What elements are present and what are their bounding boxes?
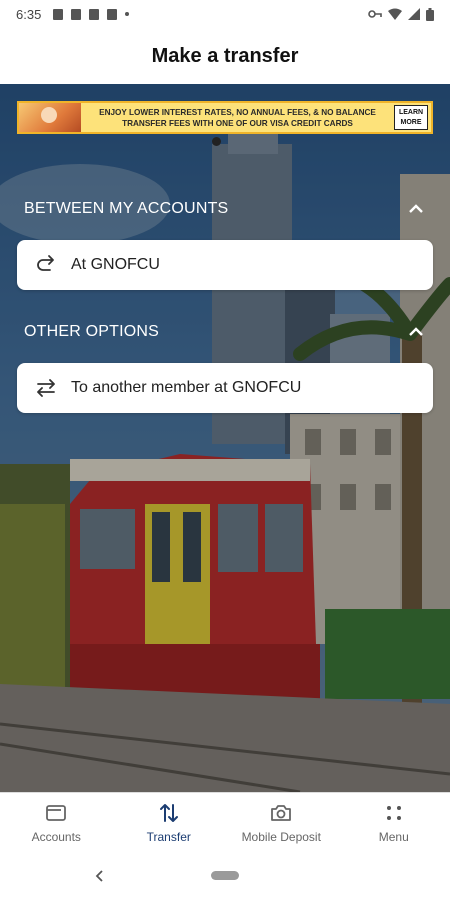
nav-mobile-deposit[interactable]: Mobile Deposit bbox=[225, 793, 338, 852]
warning-notification-icon bbox=[71, 8, 82, 20]
nav-label: Menu bbox=[378, 830, 409, 844]
grid-dots-icon bbox=[386, 806, 401, 820]
system-status-icons bbox=[368, 7, 434, 21]
wallet-icon bbox=[46, 805, 67, 821]
option-at-gnofcu[interactable]: At GNOFCU bbox=[17, 240, 433, 290]
transfer-options-area: ENJOY LOWER INTEREST RATES, NO ANNUAL FE… bbox=[0, 84, 450, 792]
option-label: At GNOFCU bbox=[71, 256, 160, 273]
notification-icons bbox=[53, 8, 130, 20]
section-title: OTHER OPTIONS bbox=[24, 323, 160, 340]
more-notifications-icon bbox=[125, 12, 130, 16]
redo-arrow-icon bbox=[37, 255, 54, 271]
wifi-icon bbox=[388, 8, 402, 20]
page-title: Make a transfer bbox=[151, 44, 299, 67]
ad-text: ENJOY LOWER INTEREST RATES, NO ANNUAL FE… bbox=[99, 107, 376, 128]
nav-menu[interactable]: Menu bbox=[338, 793, 450, 852]
chevron-up-icon[interactable] bbox=[406, 199, 426, 219]
transfer-icon bbox=[159, 804, 178, 822]
person-notification-icon bbox=[107, 8, 118, 20]
home-pill[interactable] bbox=[211, 871, 239, 880]
section-title: BETWEEN MY ACCOUNTS bbox=[24, 200, 229, 217]
bottom-nav: Accounts Transfer Mobile Deposit Menu bbox=[0, 792, 450, 852]
nav-label: Accounts bbox=[31, 830, 81, 844]
section-header-between-my-accounts[interactable]: BETWEEN MY ACCOUNTS bbox=[24, 199, 426, 219]
ad-photo bbox=[19, 103, 81, 132]
camera-icon bbox=[271, 805, 292, 821]
status-bar: 6:35 bbox=[0, 0, 450, 28]
new-orleans-streetcar-background bbox=[0, 84, 450, 792]
nav-label: Mobile Deposit bbox=[241, 830, 321, 844]
battery-icon bbox=[426, 7, 434, 21]
sim-notification-icon bbox=[89, 8, 100, 20]
key-icon bbox=[368, 10, 382, 18]
signal-icon bbox=[408, 8, 420, 20]
swap-arrows-icon bbox=[37, 379, 55, 397]
nav-transfer[interactable]: Transfer bbox=[113, 793, 226, 852]
ad-learn-more-button[interactable]: LEARN MORE bbox=[394, 105, 428, 130]
image-notification-icon bbox=[53, 8, 64, 20]
app-header: Make a transfer bbox=[0, 28, 450, 84]
option-label: To another member at GNOFCU bbox=[71, 379, 302, 396]
nav-accounts[interactable]: Accounts bbox=[0, 793, 113, 852]
system-navigation-bar bbox=[0, 852, 450, 900]
status-time: 6:35 bbox=[16, 6, 42, 22]
carousel-indicator-dot bbox=[212, 137, 221, 146]
nav-label: Transfer bbox=[146, 830, 191, 844]
option-to-another-member[interactable]: To another member at GNOFCU bbox=[17, 363, 433, 413]
back-chevron-icon[interactable] bbox=[92, 866, 108, 886]
section-header-other-options[interactable]: OTHER OPTIONS bbox=[24, 322, 426, 342]
credit-card-ad-banner[interactable]: ENJOY LOWER INTEREST RATES, NO ANNUAL FE… bbox=[17, 101, 433, 134]
chevron-up-icon[interactable] bbox=[406, 322, 426, 342]
